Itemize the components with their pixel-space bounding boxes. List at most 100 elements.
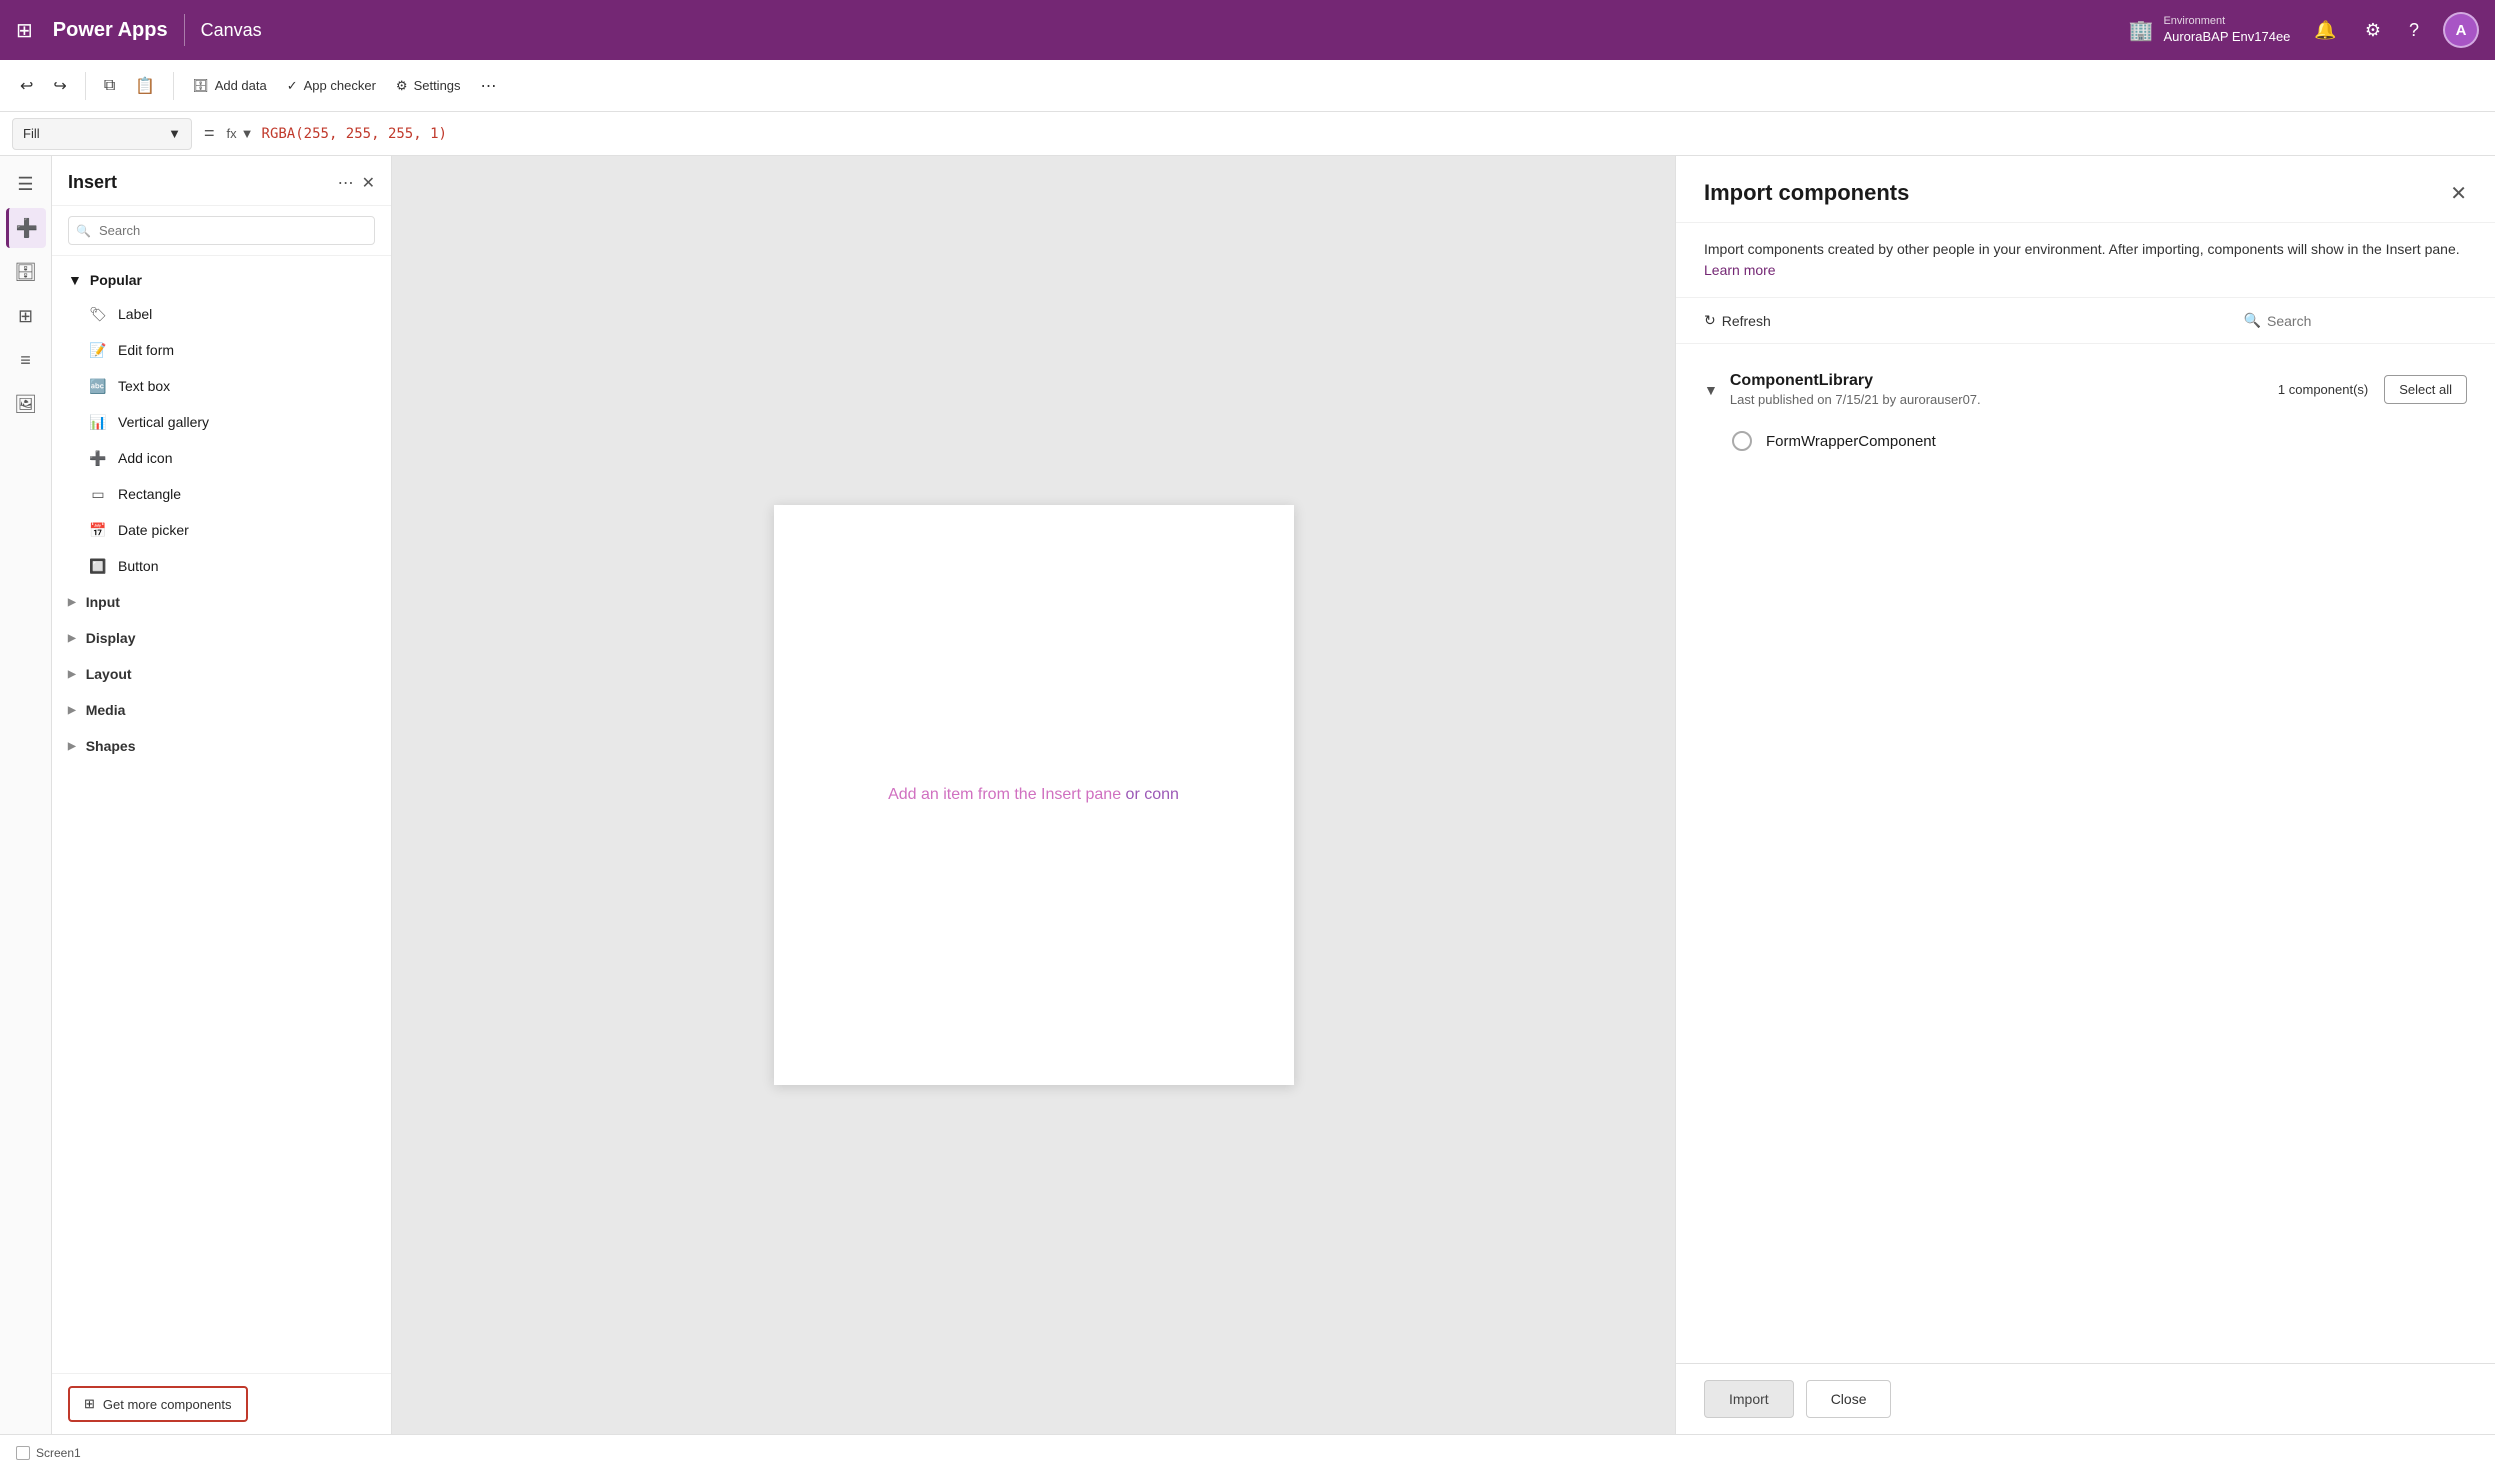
insert-search-input[interactable]: [68, 216, 375, 245]
insert-close-button[interactable]: ✕: [362, 173, 375, 193]
popular-label: Popular: [90, 272, 142, 288]
avatar[interactable]: A: [2443, 12, 2479, 48]
main-layout: ☰ ➕ 🗄 ⊞ ≡ 🖼 Insert ⋯ ✕ ▼ Popular 🏷: [0, 156, 2495, 1434]
insert-more-options[interactable]: ⋯: [338, 173, 354, 193]
add-data-label: Add data: [215, 78, 267, 93]
import-search-input[interactable]: [2267, 313, 2467, 329]
input-label: Input: [86, 594, 120, 610]
insert-item-editform[interactable]: 📝 Edit form: [52, 332, 391, 368]
rectangle-item-text: Rectangle: [118, 486, 181, 502]
app-checker-button[interactable]: ✓ App checker: [279, 72, 384, 100]
library-name: ComponentLibrary: [1730, 372, 1981, 390]
library-info: ComponentLibrary Last published on 7/15/…: [1730, 372, 1981, 407]
formula-input[interactable]: [262, 126, 2483, 142]
bottom-bar: Screen1: [0, 1434, 2495, 1470]
category-shapes[interactable]: ▶ Shapes: [52, 728, 391, 764]
category-display[interactable]: ▶ Display: [52, 620, 391, 656]
screen-item[interactable]: Screen1: [16, 1446, 81, 1460]
import-title: Import components: [1704, 180, 1909, 206]
component-radio[interactable]: [1732, 431, 1752, 451]
insert-title: Insert: [68, 172, 117, 193]
category-media[interactable]: ▶ Media: [52, 692, 391, 728]
toolbar: ↩ ↪ ⧉ 📋 🗄 Add data ✓ App checker ⚙ Setti…: [0, 60, 2495, 112]
database-icon: 🗄: [192, 78, 209, 94]
canvas-frame: Add an item from the Insert pane or conn: [774, 505, 1294, 1085]
canvas-link[interactable]: or conn: [1126, 786, 1179, 803]
library-chevron[interactable]: ▼: [1704, 382, 1718, 398]
sidebar-components-icon[interactable]: ⊞: [6, 296, 46, 336]
insert-search-area: [52, 206, 391, 256]
import-footer: Import Close: [1676, 1363, 2495, 1434]
get-more-icon: ⊞: [84, 1396, 95, 1412]
sidebar-media-icon[interactable]: 🖼: [6, 384, 46, 424]
gallery-item-text: Vertical gallery: [118, 414, 209, 430]
get-more-components-button[interactable]: ⊞ Get more components: [68, 1386, 248, 1422]
insert-item-datepicker[interactable]: 📅 Date picker: [52, 512, 391, 548]
env-text: Environment AuroraBAP Env174ee: [2163, 14, 2290, 45]
import-button[interactable]: Import: [1704, 1380, 1794, 1418]
canvas-placeholder: Add an item from the Insert pane or conn: [888, 786, 1179, 804]
datepicker-item-text: Date picker: [118, 522, 189, 538]
insert-item-rectangle[interactable]: ▭ Rectangle: [52, 476, 391, 512]
layout-chevron: ▶: [68, 669, 76, 680]
undo-button[interactable]: ↩: [12, 70, 41, 102]
app-name: Power Apps: [53, 19, 168, 42]
library-row: ▼ ComponentLibrary Last published on 7/1…: [1704, 360, 2467, 419]
component-name: FormWrapperComponent: [1766, 433, 1936, 450]
insert-list: ▼ Popular 🏷 Label 📝 Edit form 🔤 Text box…: [52, 256, 391, 1373]
canvas-placeholder-text: Add an item from the Insert pane: [888, 786, 1121, 803]
sidebar-insert-icon[interactable]: ➕: [6, 208, 46, 248]
sidebar-tree-icon[interactable]: ☰: [6, 164, 46, 204]
copy-button[interactable]: ⧉: [96, 71, 123, 101]
redo-button[interactable]: ↪: [45, 70, 74, 102]
notifications-button[interactable]: 🔔: [2310, 16, 2340, 45]
sidebar-variables-icon[interactable]: ≡: [6, 340, 46, 380]
fill-dropdown[interactable]: Fill ▼: [12, 118, 192, 150]
insert-item-textbox[interactable]: 🔤 Text box: [52, 368, 391, 404]
insert-item-gallery[interactable]: 📊 Vertical gallery: [52, 404, 391, 440]
shapes-chevron: ▶: [68, 741, 76, 752]
category-layout[interactable]: ▶ Layout: [52, 656, 391, 692]
insert-item-addicon[interactable]: ➕ Add icon: [52, 440, 391, 476]
import-search-wrap: 🔍: [2244, 312, 2467, 329]
datepicker-icon: 📅: [88, 520, 108, 540]
add-data-button[interactable]: 🗄 Add data: [184, 72, 275, 100]
help-button[interactable]: ?: [2405, 16, 2423, 45]
component-count: 1 component(s): [2278, 382, 2368, 397]
category-input[interactable]: ▶ Input: [52, 584, 391, 620]
display-label: Display: [86, 630, 136, 646]
gallery-icon: 📊: [88, 412, 108, 432]
label-icon: 🏷: [88, 304, 108, 324]
import-description: Import components created by other peopl…: [1676, 223, 2495, 298]
grid-icon[interactable]: ⊞: [16, 18, 33, 43]
topbar: ⊞ Power Apps Canvas 🏢 Environment Aurora…: [0, 0, 2495, 60]
popular-chevron: ▼: [68, 272, 82, 288]
learn-more-link[interactable]: Learn more: [1704, 262, 1776, 278]
import-close-button[interactable]: ✕: [2450, 181, 2467, 206]
insert-item-label[interactable]: 🏷 Label: [52, 296, 391, 332]
insert-item-button[interactable]: 🔲 Button: [52, 548, 391, 584]
select-all-button[interactable]: Select all: [2384, 375, 2467, 404]
display-chevron: ▶: [68, 633, 76, 644]
toolbar-divider-2: [173, 72, 174, 100]
close-button[interactable]: Close: [1806, 1380, 1892, 1418]
library-left: ▼ ComponentLibrary Last published on 7/1…: [1704, 372, 1981, 407]
refresh-label: Refresh: [1722, 313, 1771, 329]
sidebar-data-icon[interactable]: 🗄: [6, 252, 46, 292]
settings-button[interactable]: ⚙ Settings: [388, 72, 469, 100]
refresh-button[interactable]: ↻ Refresh: [1704, 312, 1771, 329]
canvas-area: Add an item from the Insert pane or conn: [392, 156, 1675, 1434]
more-button[interactable]: ⋯: [473, 70, 505, 102]
toolbar-divider-1: [85, 72, 86, 100]
get-more-wrap: ⊞ Get more components: [52, 1373, 391, 1434]
paste-button[interactable]: 📋: [127, 70, 163, 102]
app-checker-label: App checker: [304, 78, 376, 93]
popular-section-header[interactable]: ▼ Popular: [52, 264, 391, 296]
formula-eq: =: [204, 123, 215, 144]
gear-icon: ⚙: [396, 78, 408, 94]
library-right: 1 component(s) Select all: [2278, 375, 2467, 404]
screen-checkbox[interactable]: [16, 1446, 30, 1460]
env-icon: 🏢: [2129, 18, 2154, 43]
env-label: Environment: [2163, 14, 2290, 28]
settings-icon-button[interactable]: ⚙: [2361, 16, 2385, 45]
